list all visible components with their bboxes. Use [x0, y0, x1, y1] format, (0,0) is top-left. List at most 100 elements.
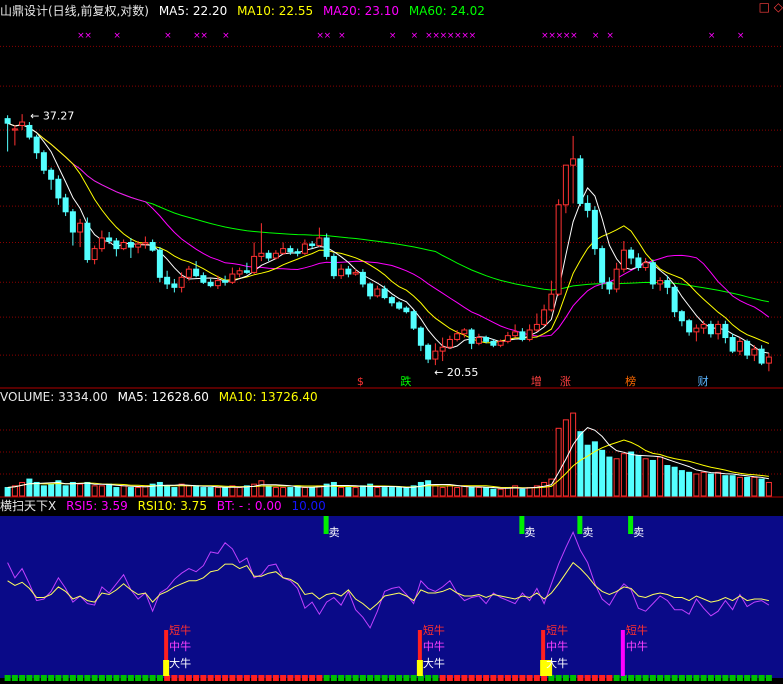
volume-bar: [693, 473, 700, 497]
status-cell: [700, 675, 707, 681]
candle-body: [584, 202, 591, 211]
high-price-label: ← 37.27: [30, 109, 74, 122]
stock-chart: ← 37.27← 20.55× × × × × × × × × × × × × × × × × × × × × × × × × ×…: [0, 31, 783, 681]
status-cell: [258, 675, 265, 681]
candle: [555, 199, 562, 296]
candle: [541, 304, 548, 327]
candle-body: [678, 311, 685, 322]
candle: [84, 217, 91, 263]
status-cell: [323, 675, 330, 681]
volume-bar: [69, 481, 76, 497]
status-cell: [606, 675, 613, 681]
candle-body: [700, 323, 707, 329]
candle: [359, 269, 366, 288]
status-cell: [69, 675, 76, 681]
volume-panel[interactable]: [4, 412, 772, 497]
candle: [258, 223, 265, 262]
status-cell: [410, 675, 417, 681]
candle: [142, 236, 149, 249]
volume-bar: [686, 471, 693, 497]
candle-body: [316, 237, 323, 247]
candle: [657, 277, 664, 291]
status-cell: [751, 675, 758, 681]
indicator-panel[interactable]: 卖卖卖卖短牛中牛大牛短牛中牛大牛短牛中牛大牛短牛中牛: [0, 516, 783, 681]
status-cell: [33, 675, 40, 681]
volume-bar: [374, 487, 381, 497]
volume-bar: [77, 483, 84, 497]
price-panel[interactable]: ← 37.27← 20.55× × × × × × × × × × × × × × × × × × × × × × × × × ×…: [4, 31, 772, 388]
ma10-line: [7, 122, 770, 344]
status-cell: [649, 675, 656, 681]
candle-body: [338, 268, 345, 277]
status-cell: [504, 675, 511, 681]
volume-bar: [657, 456, 664, 497]
volume-bar: [642, 458, 649, 497]
candle-body: [591, 209, 598, 250]
volume-bar: [744, 476, 751, 497]
candle-body: [359, 271, 366, 285]
volume-bar: [135, 487, 142, 497]
candle: [765, 353, 772, 372]
status-cell: [171, 675, 178, 681]
status-cell: [345, 675, 352, 681]
volume-bar: [468, 487, 475, 497]
volume-bar: [490, 488, 497, 497]
candle-body: [729, 337, 736, 352]
candle-body: [4, 118, 11, 124]
event-label: 财: [698, 374, 709, 388]
volume-bar: [359, 485, 366, 497]
vol-ma10-readout: MA10: 13726.40: [218, 390, 318, 404]
candle-body: [606, 281, 613, 290]
status-cell: [577, 675, 584, 681]
vol-ma5-readout: MA5: 12628.60: [117, 390, 209, 404]
signal-marker: ×: [84, 31, 92, 41]
status-cell: [272, 675, 279, 681]
candle-body: [280, 248, 287, 254]
volume-bar: [425, 480, 432, 497]
window-control-icons[interactable]: □ ◇: [759, 0, 783, 14]
candle: [519, 328, 526, 342]
status-cell: [185, 675, 192, 681]
candle-body: [214, 280, 221, 287]
volume-bar: [577, 431, 584, 497]
status-cell: [707, 675, 714, 681]
status-cell: [664, 675, 671, 681]
ma20-line: [7, 122, 770, 337]
status-cell: [591, 675, 598, 681]
signal-marker: ×: [389, 31, 397, 41]
price-header: 山鼎设计(日线,前复权,对数) MA5: 22.20 MA10: 22.55 M…: [0, 3, 491, 19]
short-bull-label: 短牛: [626, 623, 648, 637]
candle: [222, 275, 229, 286]
ma20-readout: MA20: 23.10: [322, 4, 399, 18]
candle-body: [294, 251, 301, 254]
status-cell: [736, 675, 743, 681]
status-cell: [62, 675, 69, 681]
candle-body: [381, 288, 388, 299]
candle: [171, 278, 178, 293]
sell-signal-label: 卖: [329, 526, 340, 539]
candle-body: [744, 340, 751, 356]
candle-body: [106, 237, 113, 242]
volume-bar: [664, 465, 671, 497]
candle: [620, 240, 627, 273]
candle: [475, 333, 482, 346]
candle-body: [243, 270, 250, 273]
status-cell: [84, 675, 91, 681]
status-cell: [678, 675, 685, 681]
volume-bar: [403, 487, 410, 497]
candle: [200, 272, 207, 284]
candle-body: [251, 255, 258, 273]
short-bull-label: 短牛: [423, 623, 445, 637]
status-cell: [280, 675, 287, 681]
status-cell: [715, 675, 722, 681]
status-cell: [193, 675, 200, 681]
candle: [40, 150, 47, 175]
volume-bar: [606, 456, 613, 497]
volume-bar: [120, 485, 127, 497]
candle: [744, 339, 751, 360]
volume-bar: [439, 487, 446, 497]
candle-body: [613, 268, 620, 290]
candle-body: [40, 152, 47, 171]
volume-bar: [345, 487, 352, 497]
candle-body: [765, 356, 772, 364]
